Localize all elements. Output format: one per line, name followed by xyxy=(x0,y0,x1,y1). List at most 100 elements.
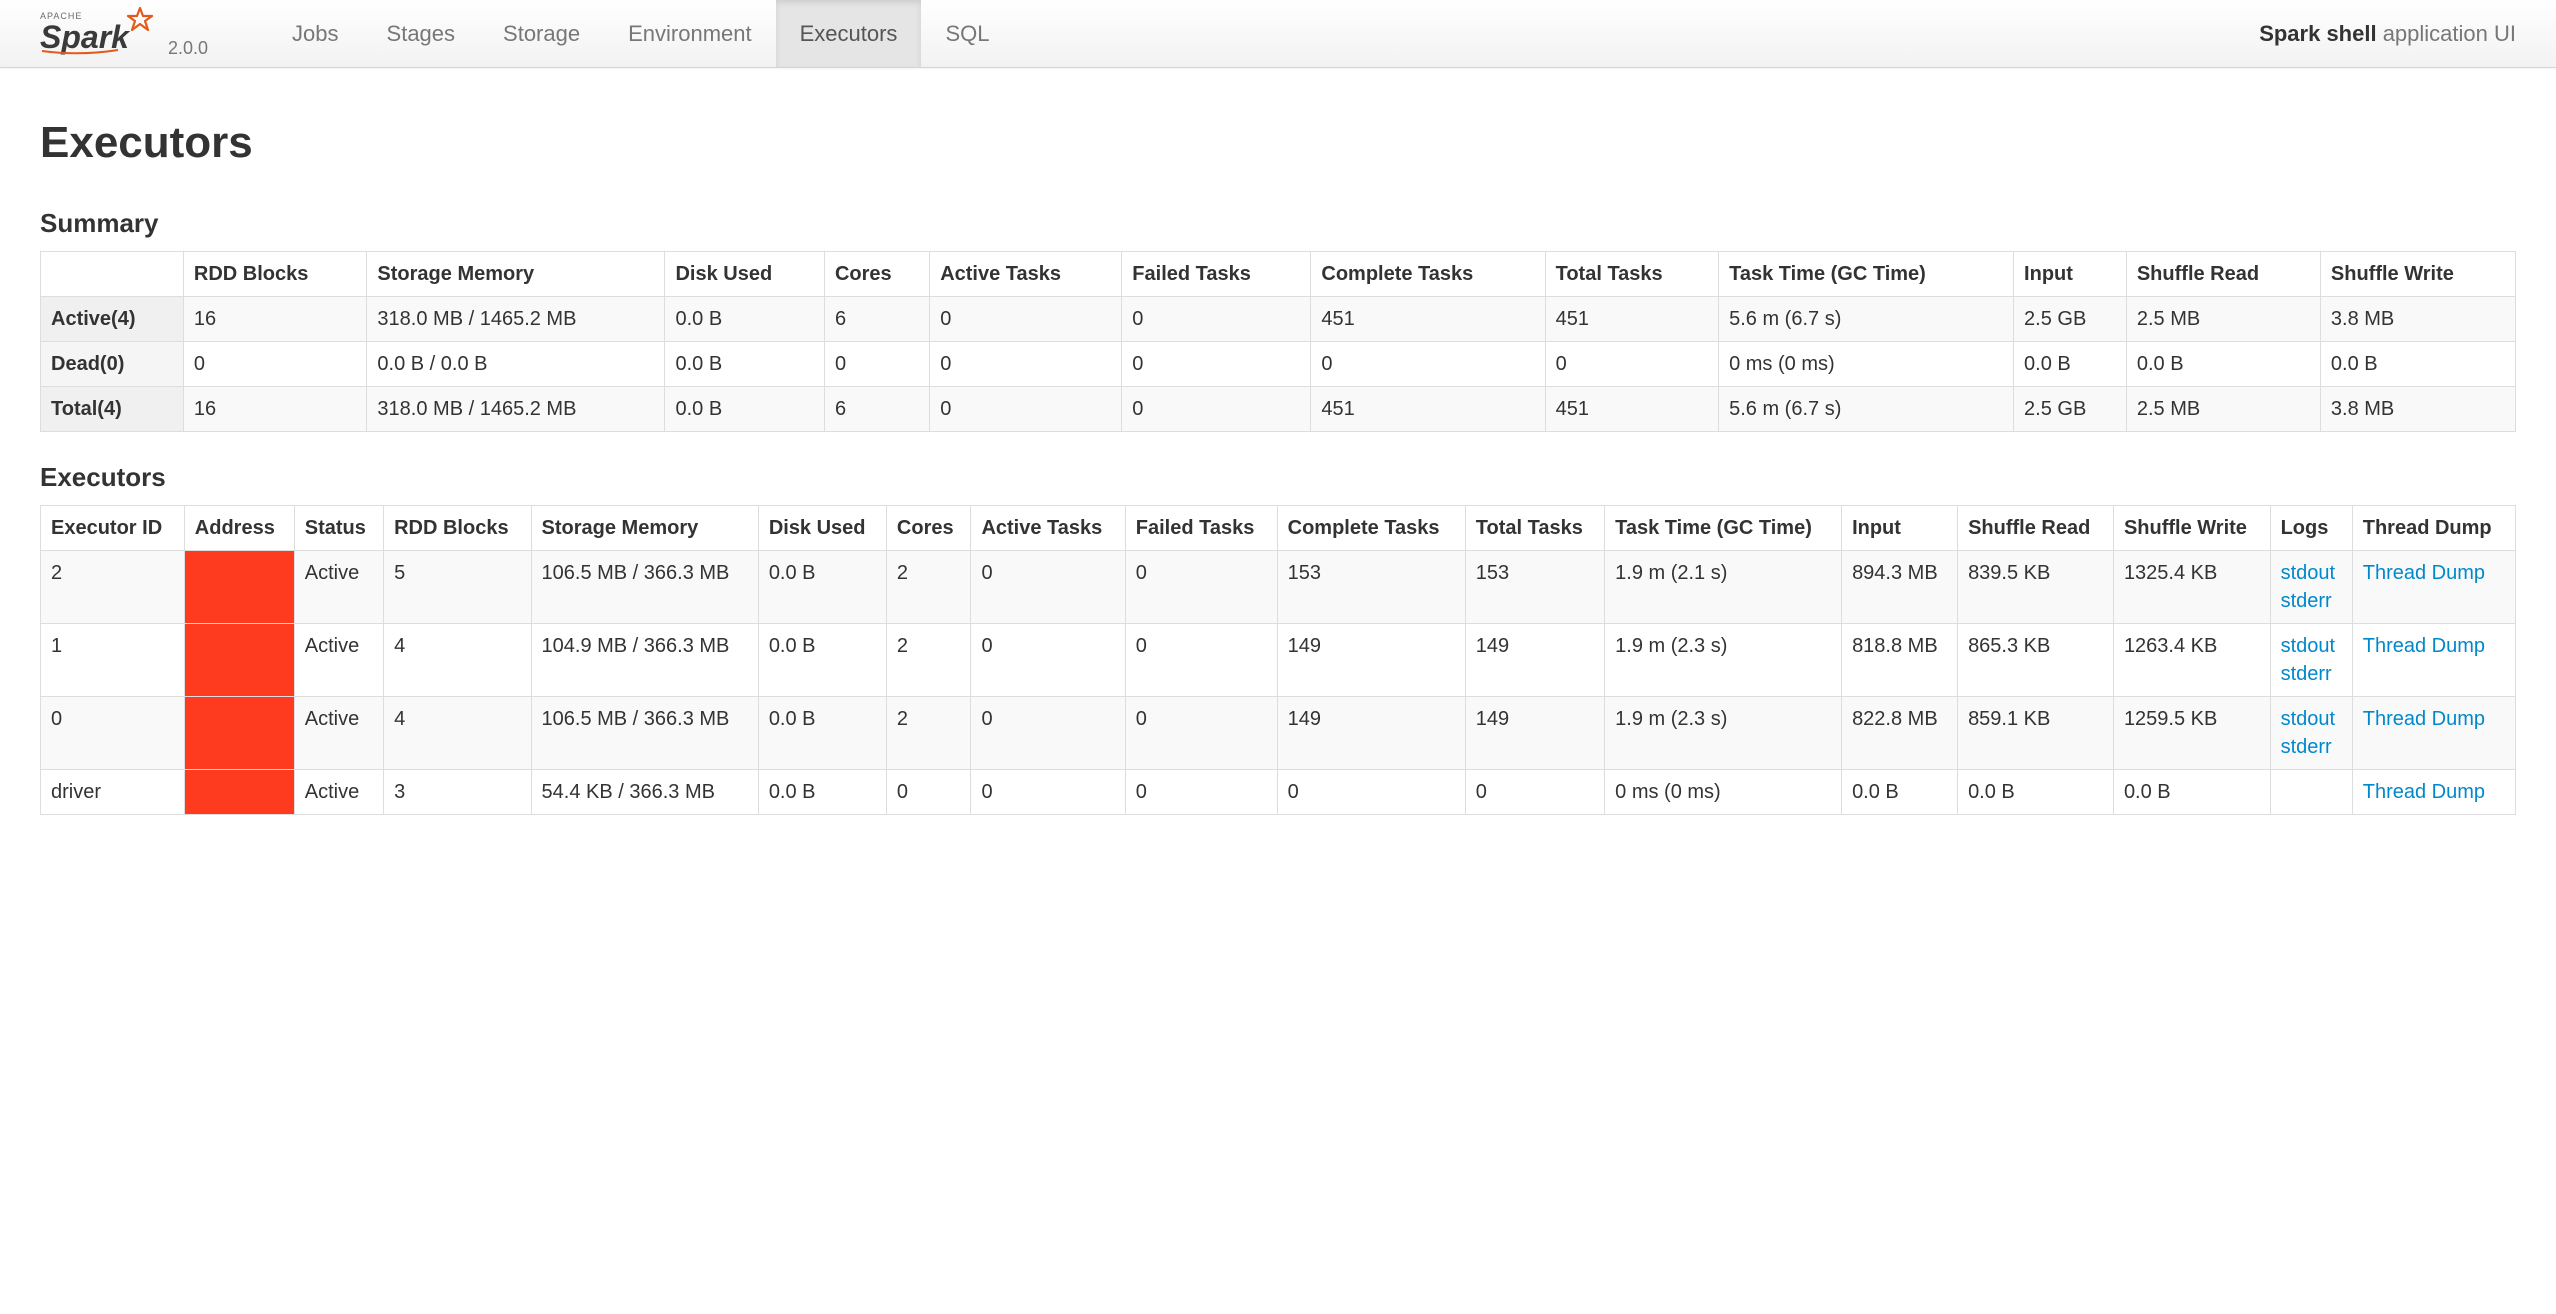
summary-cell: 16 xyxy=(183,297,367,342)
summary-col-header[interactable]: Disk Used xyxy=(665,252,824,297)
executor-status: Active xyxy=(294,697,383,770)
thread-dump-link[interactable]: Thread Dump xyxy=(2363,708,2485,730)
thread-dump-link[interactable]: Thread Dump xyxy=(2363,635,2485,657)
summary-cell: 2.5 MB xyxy=(2126,297,2320,342)
summary-col-header[interactable]: Complete Tasks xyxy=(1311,252,1545,297)
executor-failed-tasks: 0 xyxy=(1125,624,1277,697)
summary-col-header[interactable] xyxy=(41,252,184,297)
page-title: Executors xyxy=(40,118,2516,168)
log-link-stdout[interactable]: stdout xyxy=(2281,632,2342,660)
log-link-stderr[interactable]: stderr xyxy=(2281,660,2342,688)
tab-environment[interactable]: Environment xyxy=(604,0,776,67)
summary-cell: 318.0 MB / 1465.2 MB xyxy=(367,297,665,342)
executors-col-header[interactable]: Complete Tasks xyxy=(1277,506,1465,551)
summary-cell: 451 xyxy=(1311,297,1545,342)
summary-cell: 0 xyxy=(930,387,1122,432)
executor-input: 894.3 MB xyxy=(1842,551,1958,624)
executor-id: 0 xyxy=(41,697,185,770)
summary-cell: 0 xyxy=(824,342,929,387)
executors-col-header[interactable]: Input xyxy=(1842,506,1958,551)
brand[interactable]: APACHE Spark 2.0.0 xyxy=(40,6,208,61)
executor-shuffle-read: 839.5 KB xyxy=(1958,551,2114,624)
tab-executors[interactable]: Executors xyxy=(776,0,922,67)
executors-col-header[interactable]: Status xyxy=(294,506,383,551)
executor-shuffle-read: 865.3 KB xyxy=(1958,624,2114,697)
executors-col-header[interactable]: Cores xyxy=(886,506,971,551)
executor-address xyxy=(184,697,294,770)
summary-cell: 0 xyxy=(1122,297,1311,342)
summary-col-header[interactable]: RDD Blocks xyxy=(183,252,367,297)
executor-cores: 2 xyxy=(886,551,971,624)
summary-cell: 0.0 B xyxy=(665,342,824,387)
summary-cell: 0.0 B xyxy=(2014,342,2127,387)
executors-col-header[interactable]: Address xyxy=(184,506,294,551)
executors-col-header[interactable]: Active Tasks xyxy=(971,506,1125,551)
executor-shuffle-write: 1263.4 KB xyxy=(2113,624,2270,697)
log-link-stdout[interactable]: stdout xyxy=(2281,559,2342,587)
executor-input: 0.0 B xyxy=(1842,770,1958,815)
summary-col-header[interactable]: Shuffle Write xyxy=(2320,252,2515,297)
table-row: 2Active5106.5 MB / 366.3 MB0.0 B20015315… xyxy=(41,551,2516,624)
summary-col-header[interactable]: Storage Memory xyxy=(367,252,665,297)
table-row: Dead(0)00.0 B / 0.0 B0.0 B000000 ms (0 m… xyxy=(41,342,2516,387)
executors-col-header[interactable]: Executor ID xyxy=(41,506,185,551)
summary-cell: 0.0 B xyxy=(665,297,824,342)
summary-cell: 0 xyxy=(1545,342,1719,387)
table-row: Active(4)16318.0 MB / 1465.2 MB0.0 B6004… xyxy=(41,297,2516,342)
executor-cores: 0 xyxy=(886,770,971,815)
summary-col-header[interactable]: Input xyxy=(2014,252,2127,297)
tab-storage[interactable]: Storage xyxy=(479,0,604,67)
summary-col-header[interactable]: Shuffle Read xyxy=(2126,252,2320,297)
executors-col-header[interactable]: Thread Dump xyxy=(2352,506,2515,551)
executors-col-header[interactable]: Shuffle Read xyxy=(1958,506,2114,551)
summary-col-header[interactable]: Active Tasks xyxy=(930,252,1122,297)
summary-col-header[interactable]: Task Time (GC Time) xyxy=(1719,252,2014,297)
executor-address xyxy=(184,551,294,624)
app-name-label: Spark shell application UI xyxy=(2259,21,2516,47)
log-link-stderr[interactable]: stderr xyxy=(2281,587,2342,615)
summary-col-header[interactable]: Cores xyxy=(824,252,929,297)
thread-dump-link[interactable]: Thread Dump xyxy=(2363,781,2485,803)
executors-col-header[interactable]: Shuffle Write xyxy=(2113,506,2270,551)
tab-jobs[interactable]: Jobs xyxy=(268,0,362,67)
executor-disk-used: 0.0 B xyxy=(758,697,886,770)
executor-rdd-blocks: 5 xyxy=(384,551,531,624)
log-link-stderr[interactable]: stderr xyxy=(2281,733,2342,761)
executor-logs: stdoutstderr xyxy=(2270,697,2352,770)
executor-rdd-blocks: 4 xyxy=(384,624,531,697)
table-row: Total(4)16318.0 MB / 1465.2 MB0.0 B60045… xyxy=(41,387,2516,432)
navbar: APACHE Spark 2.0.0 JobsStagesStorageEnvi… xyxy=(0,0,2556,68)
executors-col-header[interactable]: Failed Tasks xyxy=(1125,506,1277,551)
summary-cell: 0 xyxy=(1122,387,1311,432)
executors-col-header[interactable]: Total Tasks xyxy=(1465,506,1604,551)
summary-col-header[interactable]: Failed Tasks xyxy=(1122,252,1311,297)
executors-col-header[interactable]: Storage Memory xyxy=(531,506,758,551)
summary-cell: 0 xyxy=(1311,342,1545,387)
tab-stages[interactable]: Stages xyxy=(363,0,480,67)
executors-col-header[interactable]: Logs xyxy=(2270,506,2352,551)
executors-col-header[interactable]: Disk Used xyxy=(758,506,886,551)
executor-complete-tasks: 149 xyxy=(1277,697,1465,770)
app-name-suffix: application UI xyxy=(2377,21,2516,46)
executors-heading: Executors xyxy=(40,462,2516,493)
summary-col-header[interactable]: Total Tasks xyxy=(1545,252,1719,297)
summary-cell: 3.8 MB xyxy=(2320,387,2515,432)
executors-table: Executor IDAddressStatusRDD BlocksStorag… xyxy=(40,505,2516,815)
table-row: 0Active4106.5 MB / 366.3 MB0.0 B20014914… xyxy=(41,697,2516,770)
summary-cell: 451 xyxy=(1545,387,1719,432)
tab-sql[interactable]: SQL xyxy=(921,0,1013,67)
executor-address xyxy=(184,770,294,815)
thread-dump-link[interactable]: Thread Dump xyxy=(2363,562,2485,584)
summary-heading: Summary xyxy=(40,208,2516,239)
executors-col-header[interactable]: RDD Blocks xyxy=(384,506,531,551)
executors-col-header[interactable]: Task Time (GC Time) xyxy=(1605,506,1842,551)
summary-table: RDD BlocksStorage MemoryDisk UsedCoresAc… xyxy=(40,251,2516,432)
executor-address xyxy=(184,624,294,697)
log-link-stdout[interactable]: stdout xyxy=(2281,705,2342,733)
summary-cell: 0 xyxy=(183,342,367,387)
summary-cell: 16 xyxy=(183,387,367,432)
executor-complete-tasks: 149 xyxy=(1277,624,1465,697)
executor-logs xyxy=(2270,770,2352,815)
summary-cell: 0.0 B xyxy=(2320,342,2515,387)
summary-cell: 0.0 B / 0.0 B xyxy=(367,342,665,387)
